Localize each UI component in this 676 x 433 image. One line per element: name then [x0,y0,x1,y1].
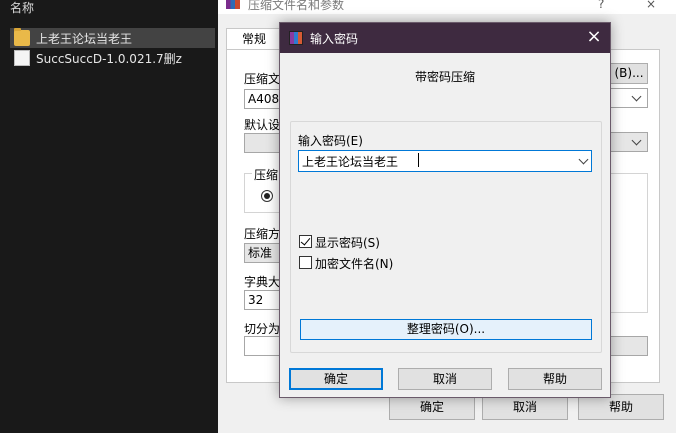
list-item[interactable]: 上老王论坛当老王 [10,28,215,48]
list-item[interactable]: SuccSuccD-1.0.021.7删z [10,48,215,68]
archive-name-label: 压缩文 [244,72,281,86]
dialog-titlebar: 压缩文件名和参数 ? × [218,0,676,14]
cancel-button[interactable]: 取消 [398,368,492,390]
dictionary-select[interactable]: 32 [244,290,284,310]
split-volume-input[interactable] [244,336,284,356]
password-value: 上老王论坛当老王 [302,155,399,169]
password-input[interactable]: 上老王论坛当老王 [298,150,592,172]
archive-name-input[interactable]: A4088 [244,89,287,109]
tab-general[interactable]: 常规 [226,28,282,50]
chevron-down-icon [631,135,642,146]
split-volume-dropdown[interactable] [610,336,648,356]
format-radio[interactable] [261,190,273,202]
encrypt-filenames-checkbox[interactable] [299,256,312,269]
browse-button[interactable]: (B)... [610,63,648,84]
show-password-label[interactable]: 显示密码(S) [315,234,380,251]
text-cursor [418,153,419,167]
options-group [610,173,648,313]
show-password-checkbox[interactable] [299,235,312,248]
dialog-titlebar: 输入密码 × [280,23,610,53]
encrypt-filenames-label[interactable]: 加密文件名(N) [315,255,393,272]
close-icon[interactable]: × [646,0,656,11]
dialog-title: 输入密码 [310,32,359,46]
organize-passwords-button[interactable]: 整理密码(O)... [300,319,592,340]
winrar-icon [289,31,303,45]
close-icon[interactable]: × [582,28,606,48]
list-item-label: SuccSuccD-1.0.021.7删z [36,51,182,66]
archive-name-dropdown[interactable] [610,88,648,108]
method-select[interactable]: 标准 [244,243,284,263]
password-dialog: 输入密码 × 带密码压缩 输入密码(E) 上老王论坛当老王 显示密码(S) 加密… [279,22,611,398]
default-profile-label: 默认设 [244,118,281,132]
method-label: 压缩方 [244,227,281,241]
password-label: 输入密码(E) [298,134,363,148]
file-explorer-pane: 名称 上老王论坛当老王 SuccSuccD-1.0.021.7删z [0,0,218,433]
list-item-label: 上老王论坛当老王 [36,31,133,46]
profile-dropdown[interactable] [610,132,648,152]
help-button[interactable]: 帮助 [508,368,602,390]
dictionary-label: 字典大 [244,275,281,289]
split-volume-label: 切分为 [244,322,281,336]
dialog-heading: 带密码压缩 [414,70,475,84]
file-icon [14,50,30,66]
winrar-icon [226,0,240,9]
chevron-down-icon[interactable] [578,154,589,165]
folder-icon [14,28,30,46]
help-question-icon[interactable]: ? [598,0,604,11]
chevron-down-icon [631,91,642,102]
profile-select[interactable] [244,133,284,153]
archive-format-label: 压缩 [252,166,281,183]
dialog-title: 压缩文件名和参数 [248,0,345,12]
column-header-name[interactable]: 名称 [10,0,34,18]
ok-button[interactable]: 确定 [289,368,383,390]
